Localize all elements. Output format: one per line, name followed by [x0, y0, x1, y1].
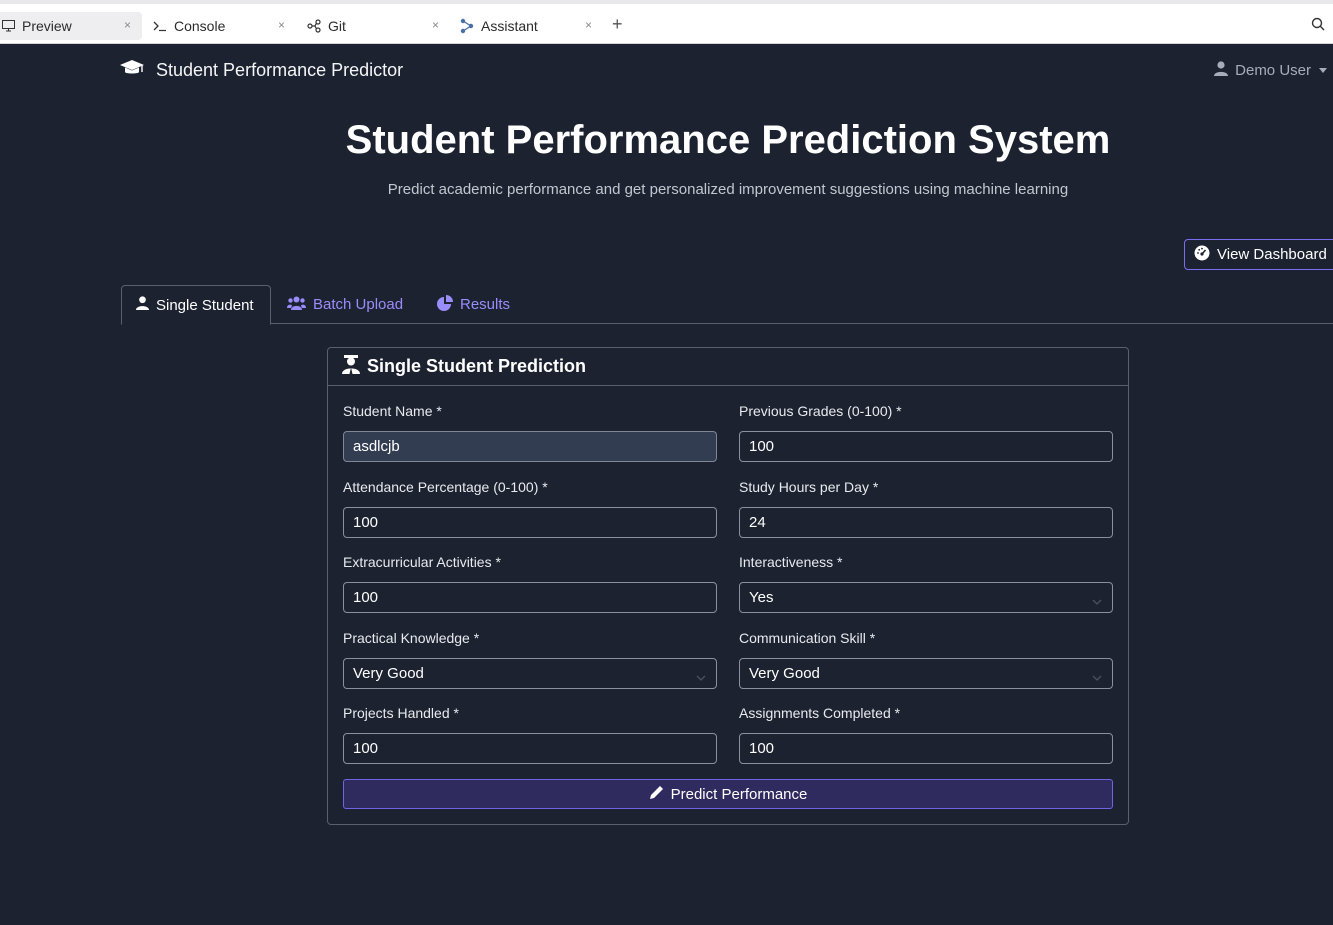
- study-hours-label: Study Hours per Day *: [739, 479, 879, 495]
- ide-tab-label: Git: [328, 18, 346, 34]
- page-subtitle: Predict academic performance and get per…: [387, 181, 1069, 198]
- student-name-label: Student Name *: [343, 403, 442, 419]
- interactiveness-select[interactable]: Yes: [739, 582, 1113, 613]
- brand-title: Student Performance Predictor: [156, 60, 404, 80]
- assignments-completed-input[interactable]: 100: [739, 733, 1113, 764]
- close-icon[interactable]: ×: [585, 18, 592, 32]
- tab-label: Batch Upload: [313, 296, 404, 313]
- communication-skill-select[interactable]: Very Good: [739, 658, 1113, 689]
- tab-label: Results: [460, 296, 511, 313]
- graduation-cap-icon: [120, 59, 156, 82]
- user-name: Demo User: [1235, 62, 1311, 79]
- user-icon: [136, 296, 156, 314]
- tab-single-student[interactable]: Single Student: [121, 285, 271, 325]
- ide-tab-assistant[interactable]: Assistant ×: [459, 12, 599, 40]
- ide-tab-label: Assistant: [481, 18, 538, 34]
- ide-tab-label: Preview: [22, 18, 72, 34]
- student-name-input[interactable]: asdlcjb: [343, 431, 717, 462]
- user-menu[interactable]: Demo User: [1214, 61, 1327, 80]
- tab-results[interactable]: Results: [437, 285, 510, 324]
- dashboard-icon: [1194, 245, 1217, 265]
- projects-handled-label: Projects Handled *: [343, 705, 459, 721]
- terminal-icon: [152, 18, 168, 34]
- student-icon: [342, 354, 367, 379]
- tab-batch-upload[interactable]: Batch Upload: [287, 285, 403, 324]
- page-title: Student Performance Prediction System: [345, 118, 1111, 162]
- ide-tab-git[interactable]: Git ×: [306, 12, 446, 40]
- practical-knowledge-label: Practical Knowledge *: [343, 630, 480, 646]
- tab-label: Single Student: [156, 296, 254, 314]
- card-title: Single Student Prediction: [367, 356, 587, 376]
- card-header: Single Student Prediction: [328, 348, 1128, 386]
- tab-bar: Single Student Batch Upload Results: [121, 285, 1333, 325]
- assistant-icon: [459, 18, 475, 34]
- view-dashboard-button[interactable]: View Dashboard: [1184, 239, 1333, 270]
- projects-handled-input[interactable]: 100: [343, 733, 717, 764]
- predict-performance-label: Predict Performance: [670, 785, 808, 803]
- brand-link[interactable]: Student Performance Predictor: [120, 59, 403, 82]
- attendance-label: Attendance Percentage (0-100) *: [343, 479, 548, 495]
- git-icon: [306, 18, 322, 34]
- user-icon: [1214, 61, 1235, 80]
- chevron-down-icon: [1092, 669, 1102, 686]
- extracurricular-input[interactable]: 100: [343, 582, 717, 613]
- close-icon[interactable]: ×: [278, 18, 285, 32]
- extracurricular-label: Extracurricular Activities *: [343, 554, 501, 570]
- ide-tab-preview[interactable]: Preview ×: [0, 12, 142, 40]
- study-hours-input[interactable]: 24: [739, 507, 1113, 538]
- select-value: Very Good: [749, 665, 820, 682]
- previous-grades-label: Previous Grades (0-100) *: [739, 403, 902, 419]
- ide-tab-label: Console: [174, 18, 226, 34]
- ide-tab-console[interactable]: Console ×: [152, 12, 292, 40]
- predict-performance-button[interactable]: Predict Performance: [343, 779, 1113, 809]
- practical-knowledge-select[interactable]: Very Good: [343, 658, 717, 689]
- interactiveness-label: Interactiveness *: [739, 554, 843, 570]
- pie-chart-icon: [437, 294, 460, 315]
- communication-skill-label: Communication Skill *: [739, 630, 876, 646]
- chevron-down-icon: [1319, 68, 1327, 73]
- close-icon[interactable]: ×: [124, 18, 131, 32]
- monitor-icon: [0, 18, 16, 34]
- previous-grades-input[interactable]: 100: [739, 431, 1113, 462]
- view-dashboard-label: View Dashboard: [1217, 246, 1327, 263]
- navbar: Student Performance Predictor Demo User: [0, 44, 1333, 96]
- attendance-input[interactable]: 100: [343, 507, 717, 538]
- close-icon[interactable]: ×: [432, 18, 439, 32]
- pencil-icon: [649, 785, 671, 804]
- chevron-down-icon: [696, 669, 706, 686]
- assignments-completed-label: Assignments Completed *: [739, 705, 901, 721]
- select-value: Yes: [749, 589, 774, 606]
- select-value: Very Good: [353, 665, 424, 682]
- prediction-card: Single Student Prediction Student Name *…: [327, 347, 1129, 825]
- ide-tab-bar: Preview × Console × Git × Assistant × +: [0, 0, 1333, 44]
- search-icon[interactable]: [1311, 17, 1325, 36]
- new-tab-button[interactable]: +: [612, 15, 623, 33]
- chevron-down-icon: [1092, 593, 1102, 610]
- users-icon: [287, 296, 313, 314]
